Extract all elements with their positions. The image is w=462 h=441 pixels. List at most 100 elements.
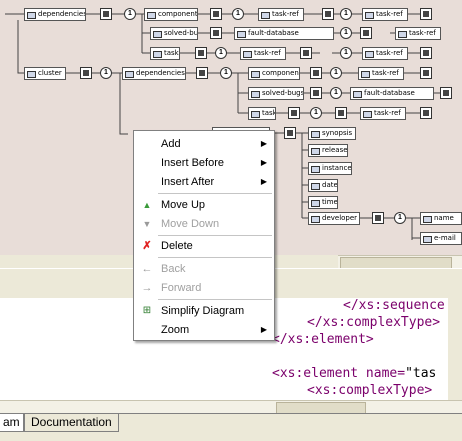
node-dependencies[interactable]: dependencies — [24, 8, 86, 21]
occurrence-icon: 1 — [330, 67, 342, 79]
sequence-icon[interactable] — [288, 107, 300, 119]
node-fault-database[interactable]: fault-database — [234, 27, 334, 40]
simplify-diagram-icon: ⊞ — [142, 305, 152, 316]
sequence-icon[interactable] — [310, 67, 322, 79]
sequence-icon[interactable] — [310, 87, 322, 99]
menu-item-move-down: ▼ Move Down — [134, 215, 274, 233]
sequence-icon[interactable] — [196, 67, 208, 79]
code-tag: <xs:element — [272, 366, 359, 381]
node-task-ref[interactable]: task-ref — [362, 8, 408, 21]
occurrence-icon: 1 — [124, 8, 136, 20]
menu-item-delete[interactable]: ✗ Delete — [134, 237, 274, 255]
occurrence-icon: 1 — [310, 107, 322, 119]
menu-label: Insert Before — [161, 157, 224, 169]
menu-item-simplify-diagram[interactable]: ⊞ Simplify Diagram — [134, 302, 274, 320]
node-components[interactable]: components — [248, 67, 300, 80]
move-down-icon: ▼ — [142, 219, 152, 229]
menu-item-zoom[interactable]: Zoom ▶ — [134, 321, 274, 339]
menu-separator — [158, 257, 272, 258]
code-value: "tas — [405, 366, 437, 381]
node-solved-bugs[interactable]: solved-bugs — [248, 87, 304, 100]
node-task-ref[interactable]: task-ref — [362, 47, 408, 60]
occurrence-icon: 1 — [340, 8, 352, 20]
sequence-icon[interactable] — [420, 8, 432, 20]
sequence-icon[interactable] — [420, 47, 432, 59]
menu-label: Move Down — [161, 218, 220, 230]
menu-item-move-up[interactable]: ▲ Move Up — [134, 196, 274, 214]
node-cluster[interactable]: cluster — [24, 67, 66, 80]
node-tasks[interactable]: tasks — [248, 107, 276, 120]
node-dependencies[interactable]: dependencies — [122, 67, 186, 80]
forward-arrow-icon: → — [141, 282, 153, 294]
context-menu: Add ▶ Insert Before ▶ Insert After ▶ ▲ Move … — [133, 130, 275, 341]
menu-item-insert-after[interactable]: Insert After ▶ — [134, 173, 274, 191]
occurrence-icon: 1 — [100, 67, 112, 79]
menu-item-insert-before[interactable]: Insert Before ▶ — [134, 154, 274, 172]
menu-label: Forward — [161, 282, 202, 294]
code-line: <xs:complexType> — [307, 383, 433, 398]
occurrence-icon: 1 — [394, 212, 406, 224]
sequence-icon[interactable] — [195, 47, 207, 59]
sequence-icon[interactable] — [335, 107, 347, 119]
node-instance[interactable]: instance — [308, 162, 352, 175]
node-task-ref[interactable]: task-ref — [358, 67, 404, 80]
node-synopsis[interactable]: synopsis — [308, 127, 356, 140]
sequence-icon[interactable] — [100, 8, 112, 20]
node-release[interactable]: release — [308, 144, 348, 157]
node-tasks[interactable]: tasks — [150, 47, 180, 60]
submenu-arrow-icon: ▶ — [260, 325, 267, 334]
sequence-icon[interactable] — [300, 47, 312, 59]
node-time[interactable]: time — [308, 196, 338, 209]
sequence-icon[interactable] — [284, 127, 296, 139]
occurrence-icon: 1 — [340, 27, 352, 39]
diagram-horizontal-scrollbar[interactable] — [338, 255, 462, 269]
node-fault-database[interactable]: fault-database — [350, 87, 434, 100]
sequence-icon[interactable] — [372, 212, 384, 224]
delete-icon: ✗ — [142, 240, 152, 252]
code-line: </xs:element> — [272, 332, 374, 347]
move-up-icon: ▲ — [142, 200, 152, 210]
menu-item-forward: → Forward — [134, 279, 274, 297]
sequence-icon[interactable] — [420, 67, 432, 79]
code-line: </xs:sequence — [343, 298, 445, 313]
sequence-icon[interactable] — [360, 27, 372, 39]
tab-documentation[interactable]: Documentation — [24, 414, 119, 432]
menu-item-add[interactable]: Add ▶ — [134, 135, 274, 153]
sequence-icon[interactable] — [80, 67, 92, 79]
menu-label: Move Up — [161, 199, 206, 211]
node-e-mail[interactable]: e-mail — [420, 232, 462, 245]
code-line: <xs:element name="tas — [272, 366, 436, 381]
occurrence-icon: 1 — [215, 47, 227, 59]
sequence-icon[interactable] — [440, 87, 452, 99]
sequence-icon[interactable] — [322, 8, 334, 20]
back-arrow-icon: ← — [141, 263, 153, 275]
submenu-arrow-icon: ▶ — [260, 177, 267, 186]
sequence-icon[interactable] — [420, 107, 432, 119]
submenu-arrow-icon: ▶ — [260, 139, 267, 148]
node-components[interactable]: components — [144, 8, 198, 21]
menu-label: Zoom — [161, 324, 190, 336]
editor-horizontal-scrollbar[interactable] — [0, 400, 462, 414]
sequence-icon[interactable] — [210, 27, 222, 39]
menu-label: Delete — [161, 240, 193, 252]
occurrence-icon: 1 — [340, 47, 352, 59]
menu-separator — [158, 193, 272, 194]
occurrence-icon: 1 — [232, 8, 244, 20]
occurrence-icon: 1 — [330, 87, 342, 99]
editor-vertical-scrollbar[interactable] — [448, 298, 462, 400]
node-task-ref[interactable]: task-ref — [258, 8, 304, 21]
submenu-arrow-icon: ▶ — [260, 158, 267, 167]
node-solved-bugs[interactable]: solved-bugs — [150, 27, 198, 40]
code-line: </xs:complexType> — [307, 315, 441, 330]
node-task-ref[interactable]: task-ref — [395, 27, 441, 40]
node-task-ref[interactable]: task-ref — [360, 107, 406, 120]
menu-label: Back — [161, 263, 186, 275]
node-task-ref[interactable]: task-ref — [240, 47, 286, 60]
node-developer[interactable]: developer — [308, 212, 360, 225]
sequence-icon[interactable] — [210, 8, 222, 20]
node-date[interactable]: date — [308, 179, 338, 192]
tab-diagram[interactable]: am — [0, 414, 24, 432]
menu-separator — [158, 299, 272, 300]
node-name[interactable]: name — [420, 212, 462, 225]
occurrence-icon: 1 — [220, 67, 232, 79]
